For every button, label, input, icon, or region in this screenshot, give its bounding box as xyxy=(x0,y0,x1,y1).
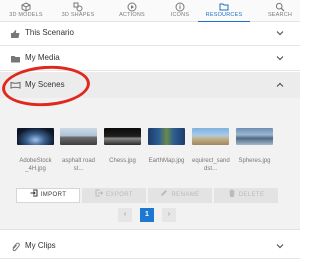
trash-icon xyxy=(229,189,235,198)
play-circle-icon xyxy=(127,2,137,12)
prev-page-button[interactable]: ‹ xyxy=(118,208,132,222)
next-page-button[interactable]: › xyxy=(162,208,176,222)
folder-icon xyxy=(219,3,229,11)
tab-icons[interactable]: ICONS xyxy=(160,0,200,22)
info-icon xyxy=(175,2,185,12)
resource-tab-bar: 3D MODELS 3D SHAPES ACTIONS ICONS RESOUR… xyxy=(0,0,300,23)
import-icon xyxy=(30,189,38,197)
tab-label: 3D SHAPES xyxy=(61,12,95,18)
scene-thumbnail[interactable] xyxy=(104,128,141,145)
import-label: IMPORT xyxy=(40,192,67,198)
scene-item[interactable]: Chess.jpg xyxy=(104,128,141,165)
scene-thumbnail[interactable] xyxy=(60,128,97,145)
cube-icon xyxy=(21,2,31,12)
chevron-down-icon[interactable] xyxy=(276,54,284,62)
scene-caption: equirect_sand dst... xyxy=(192,158,230,172)
paperclip-icon xyxy=(12,242,20,252)
pagination: ‹ 1 › xyxy=(0,208,300,222)
section-my-scenes[interactable]: My Scenes xyxy=(0,72,300,98)
scene-item[interactable]: AdobeStock _4H.jpg xyxy=(17,128,54,173)
scene-caption: AdobeStock _4H.jpg xyxy=(19,158,52,172)
my-scenes-panel: AdobeStock _4H.jpg asphalt road st... Ch… xyxy=(0,98,300,230)
section-my-media[interactable]: My Media xyxy=(0,47,300,71)
thumbs-up-icon xyxy=(11,30,20,38)
section-label: My Scenes xyxy=(25,80,65,89)
delete-button[interactable]: DELETE xyxy=(214,188,278,203)
scene-item[interactable]: EarthMap.jpg xyxy=(148,128,185,165)
scene-thumbnail[interactable] xyxy=(148,128,185,145)
chevron-up-icon[interactable] xyxy=(276,81,284,89)
section-label: My Clips xyxy=(25,241,56,250)
section-my-clips[interactable]: My Clips xyxy=(0,235,300,259)
tab-actions[interactable]: ACTIONS xyxy=(108,0,156,22)
section-label: My Media xyxy=(25,53,60,62)
tab-label: ACTIONS xyxy=(119,12,145,18)
tab-label: 3D MODELS xyxy=(9,12,43,18)
export-label: EXPORT xyxy=(106,192,133,198)
tab-resources[interactable]: RESOURCES xyxy=(198,0,250,23)
rename-label: RENAME xyxy=(171,192,200,198)
scene-caption: asphalt road st... xyxy=(61,158,96,172)
export-button[interactable]: EXPORT xyxy=(82,188,146,203)
export-icon xyxy=(95,189,104,197)
scene-thumbnail[interactable] xyxy=(192,128,229,145)
chevron-down-icon[interactable] xyxy=(276,29,284,37)
tab-3d-models[interactable]: 3D MODELS xyxy=(2,0,50,22)
delete-label: DELETE xyxy=(238,192,265,198)
tab-label: SEARCH xyxy=(267,12,293,18)
rename-button[interactable]: RENAME xyxy=(148,188,212,203)
scene-item[interactable]: equirect_sand dst... xyxy=(192,128,230,173)
tab-label: ICONS xyxy=(170,12,190,18)
page-1-button[interactable]: 1 xyxy=(140,208,154,222)
shapes-icon xyxy=(73,2,83,12)
tab-search[interactable]: SEARCH xyxy=(262,0,298,22)
section-label: This Scenario xyxy=(25,28,74,37)
tab-label: RESOURCES xyxy=(205,12,243,18)
scene-caption: Chess.jpg xyxy=(109,158,136,164)
import-button[interactable]: IMPORT xyxy=(16,188,80,203)
scene-item[interactable]: asphalt road st... xyxy=(60,128,97,173)
folder-icon xyxy=(11,56,20,63)
search-icon xyxy=(275,2,285,12)
tab-3d-shapes[interactable]: 3D SHAPES xyxy=(52,0,104,22)
scene-action-bar: IMPORT EXPORT RENAME DELETE xyxy=(16,188,278,203)
pencil-icon xyxy=(161,190,168,197)
scene-thumbnail[interactable] xyxy=(236,128,273,145)
scene-item[interactable]: Spheres.jpg xyxy=(236,128,273,165)
scene-thumbnail[interactable] xyxy=(17,128,54,145)
scene-caption: EarthMap.jpg xyxy=(148,158,185,164)
scene-caption: Spheres.jpg xyxy=(238,158,271,164)
section-this-scenario[interactable]: This Scenario xyxy=(0,22,300,46)
panorama-icon xyxy=(10,81,21,89)
chevron-down-icon[interactable] xyxy=(276,242,284,250)
